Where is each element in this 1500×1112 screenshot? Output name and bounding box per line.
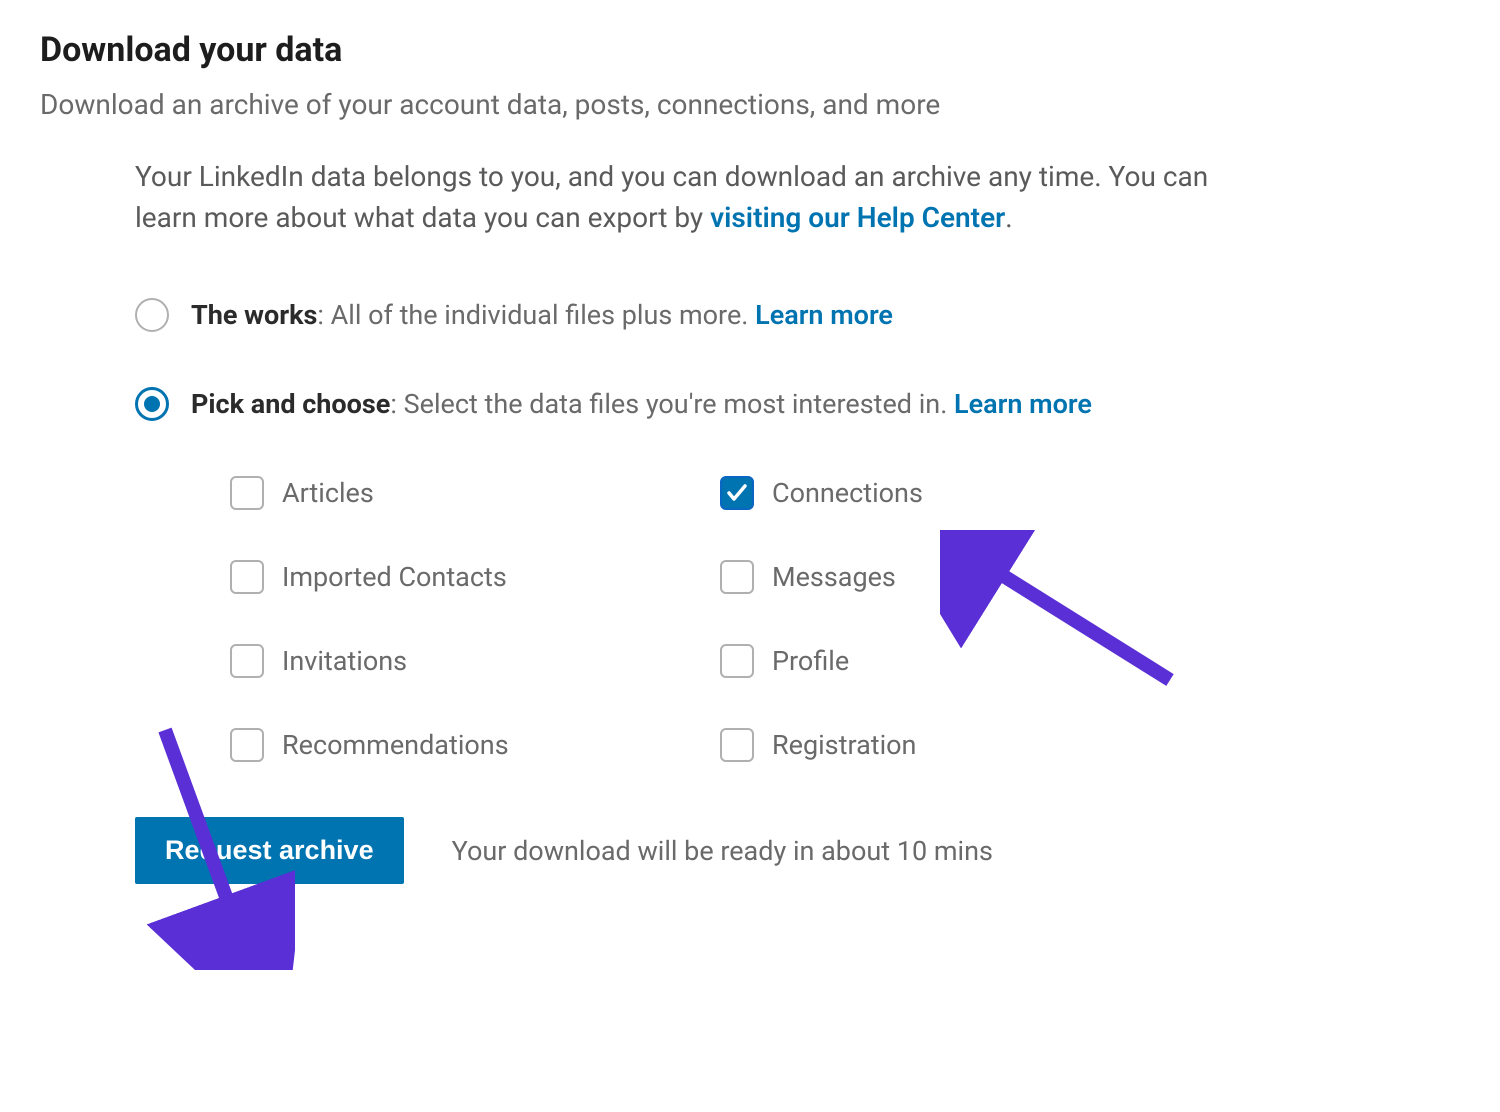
checkbox-label: Articles (282, 477, 374, 509)
checkbox-label: Recommendations (282, 729, 509, 761)
page-subtitle: Download an archive of your account data… (40, 88, 1460, 121)
radio-pick-label-strong: Pick and choose (191, 388, 390, 420)
checkbox-recommendations[interactable]: Recommendations (230, 728, 660, 762)
checkbox-label: Registration (772, 729, 916, 761)
checkbox-label: Invitations (282, 645, 407, 677)
checkbox-label: Imported Contacts (282, 561, 507, 593)
checkbox-icon[interactable] (230, 560, 264, 594)
help-center-link[interactable]: visiting our Help Center (710, 201, 1005, 234)
checkbox-grid: Articles Connections Imported Contacts M… (135, 476, 1220, 762)
checkbox-icon[interactable] (720, 476, 754, 510)
checkbox-label: Messages (772, 561, 896, 593)
checkbox-connections[interactable]: Connections (720, 476, 1150, 510)
intro-paragraph: Your LinkedIn data belongs to you, and y… (135, 157, 1220, 238)
download-ready-text: Your download will be ready in about 10 … (452, 835, 993, 867)
checkbox-messages[interactable]: Messages (720, 560, 1150, 594)
checkbox-imported-contacts[interactable]: Imported Contacts (230, 560, 660, 594)
checkbox-articles[interactable]: Articles (230, 476, 660, 510)
content-body: Your LinkedIn data belongs to you, and y… (40, 157, 1220, 884)
pick-learn-more-link[interactable]: Learn more (954, 388, 1092, 420)
action-row: Request archive Your download will be re… (135, 817, 1220, 884)
radio-works-label-strong: The works (191, 299, 317, 331)
checkbox-label: Connections (772, 477, 923, 509)
radio-option-pick[interactable]: Pick and choose: Select the data files y… (135, 387, 1220, 421)
checkbox-profile[interactable]: Profile (720, 644, 1150, 678)
intro-text-after: . (1005, 201, 1012, 234)
checkbox-icon[interactable] (230, 476, 264, 510)
checkbox-icon[interactable] (230, 728, 264, 762)
checkbox-icon[interactable] (720, 560, 754, 594)
request-archive-button[interactable]: Request archive (135, 817, 404, 884)
radio-option-works[interactable]: The works: All of the individual files p… (135, 298, 1220, 332)
intro-text-before: Your LinkedIn data belongs to you, and y… (135, 160, 1208, 234)
page-title: Download your data (40, 30, 1460, 70)
radio-icon[interactable] (135, 298, 169, 332)
checkbox-registration[interactable]: Registration (720, 728, 1150, 762)
checkbox-icon[interactable] (720, 644, 754, 678)
works-learn-more-link[interactable]: Learn more (755, 299, 893, 331)
radio-pick-label-rest: : Select the data files you're most inte… (390, 388, 954, 420)
check-icon (725, 481, 749, 505)
checkbox-invitations[interactable]: Invitations (230, 644, 660, 678)
checkbox-icon[interactable] (230, 644, 264, 678)
checkbox-label: Profile (772, 645, 849, 677)
radio-works-label-rest: : All of the individual files plus more. (317, 299, 755, 331)
radio-icon[interactable] (135, 387, 169, 421)
checkbox-icon[interactable] (720, 728, 754, 762)
